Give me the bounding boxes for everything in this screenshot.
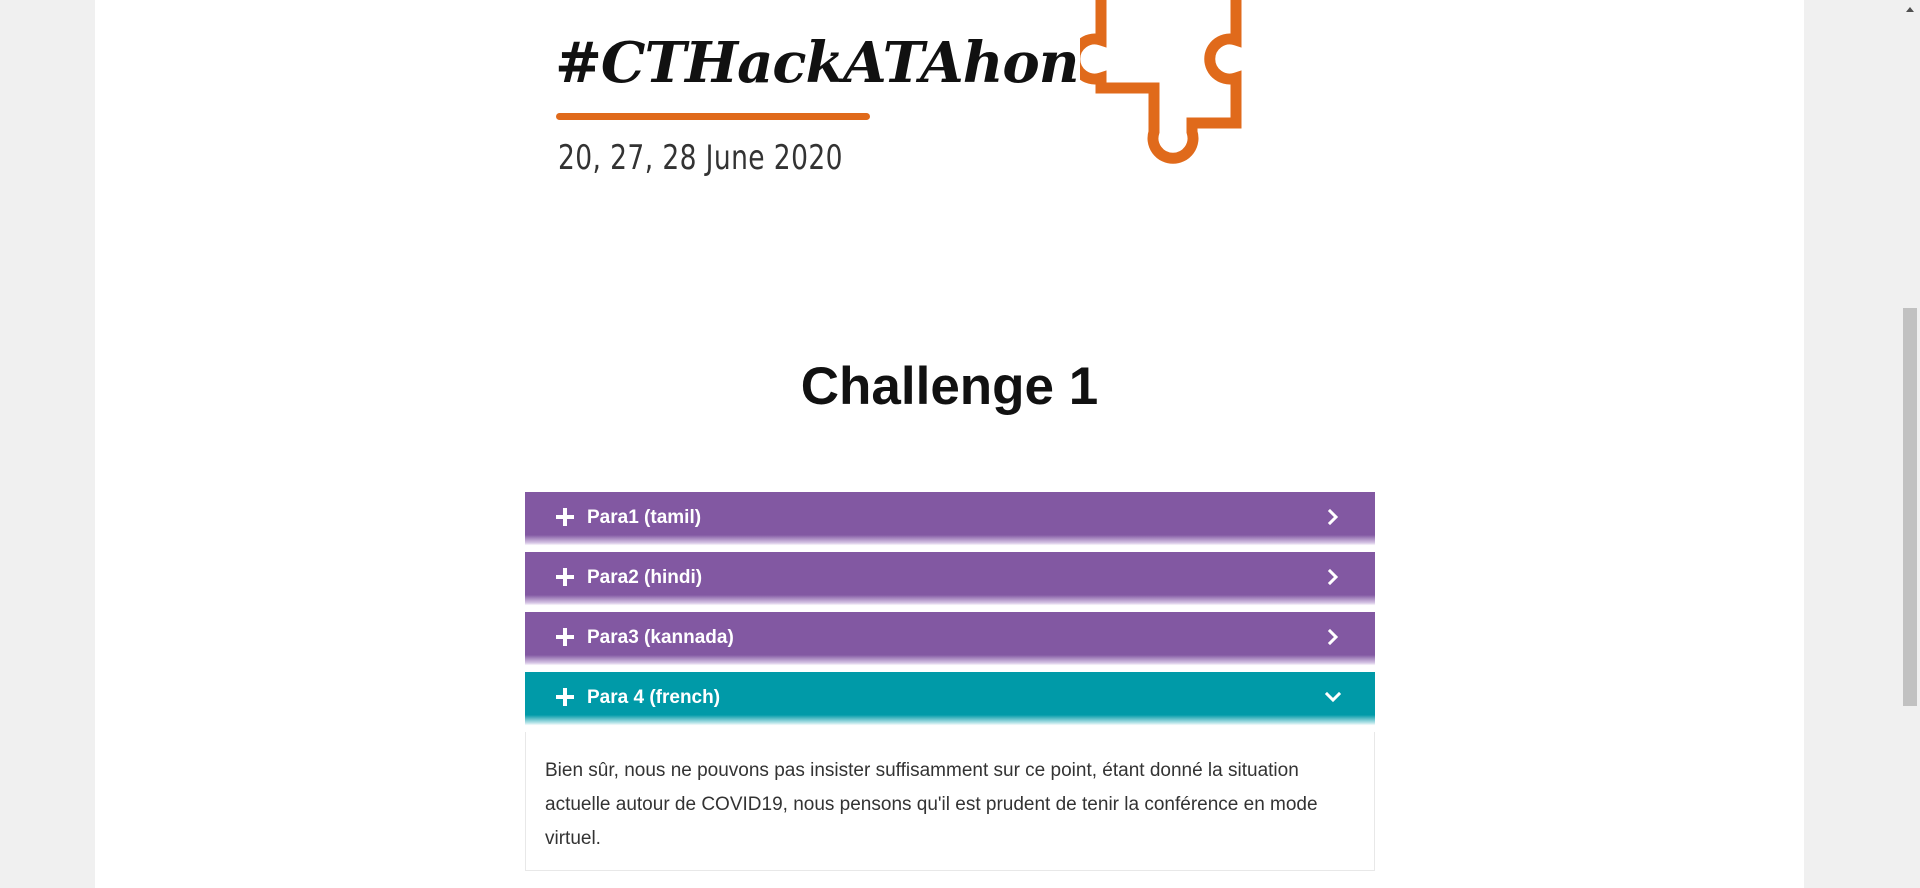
chevron-down-icon	[1324, 691, 1342, 703]
accordion-label: Para 4 (french)	[587, 687, 721, 708]
chevron-right-icon	[1327, 568, 1339, 586]
plus-icon	[556, 508, 574, 526]
accordion-header-para3[interactable]: Para3 (kannada)	[525, 612, 1375, 670]
plus-icon	[556, 628, 574, 646]
accordion-header-para1[interactable]: Para1 (tamil)	[525, 492, 1375, 550]
accordion-label: Para2 (hindi)	[587, 567, 703, 588]
chevron-right-icon	[1327, 628, 1339, 646]
event-hashtag: #CTHackATAhon	[555, 30, 1079, 96]
accordion-label: Para3 (kannada)	[587, 627, 734, 648]
vertical-scrollbar[interactable]	[1900, 0, 1920, 888]
puzzle-piece-icon	[1080, 0, 1242, 164]
scroll-up-arrow-icon[interactable]	[1900, 0, 1920, 20]
chevron-right-icon	[1327, 508, 1339, 526]
accordion: Para1 (tamil) Para2 (hindi) Para3 (kanna…	[525, 492, 1375, 871]
page-content: #CTHackATAhon 20, 27, 28 June 2020 Chall…	[95, 0, 1804, 888]
banner-underline	[556, 113, 870, 120]
plus-icon	[556, 568, 574, 586]
accordion-header-para4[interactable]: Para 4 (french)	[525, 672, 1375, 730]
accordion-panel-text: Bien sûr, nous ne pouvons pas insister s…	[545, 760, 1318, 849]
scrollbar-thumb[interactable]	[1903, 308, 1917, 706]
accordion-label: Para1 (tamil)	[587, 507, 702, 528]
event-dates: 20, 27, 28 June 2020	[558, 138, 843, 178]
page-title: Challenge 1	[800, 357, 1099, 416]
event-banner: #CTHackATAhon 20, 27, 28 June 2020	[95, 0, 1804, 240]
accordion-header-para2[interactable]: Para2 (hindi)	[525, 552, 1375, 610]
plus-icon	[556, 688, 574, 706]
accordion-panel-para4: Bien sûr, nous ne pouvons pas insister s…	[525, 732, 1375, 871]
